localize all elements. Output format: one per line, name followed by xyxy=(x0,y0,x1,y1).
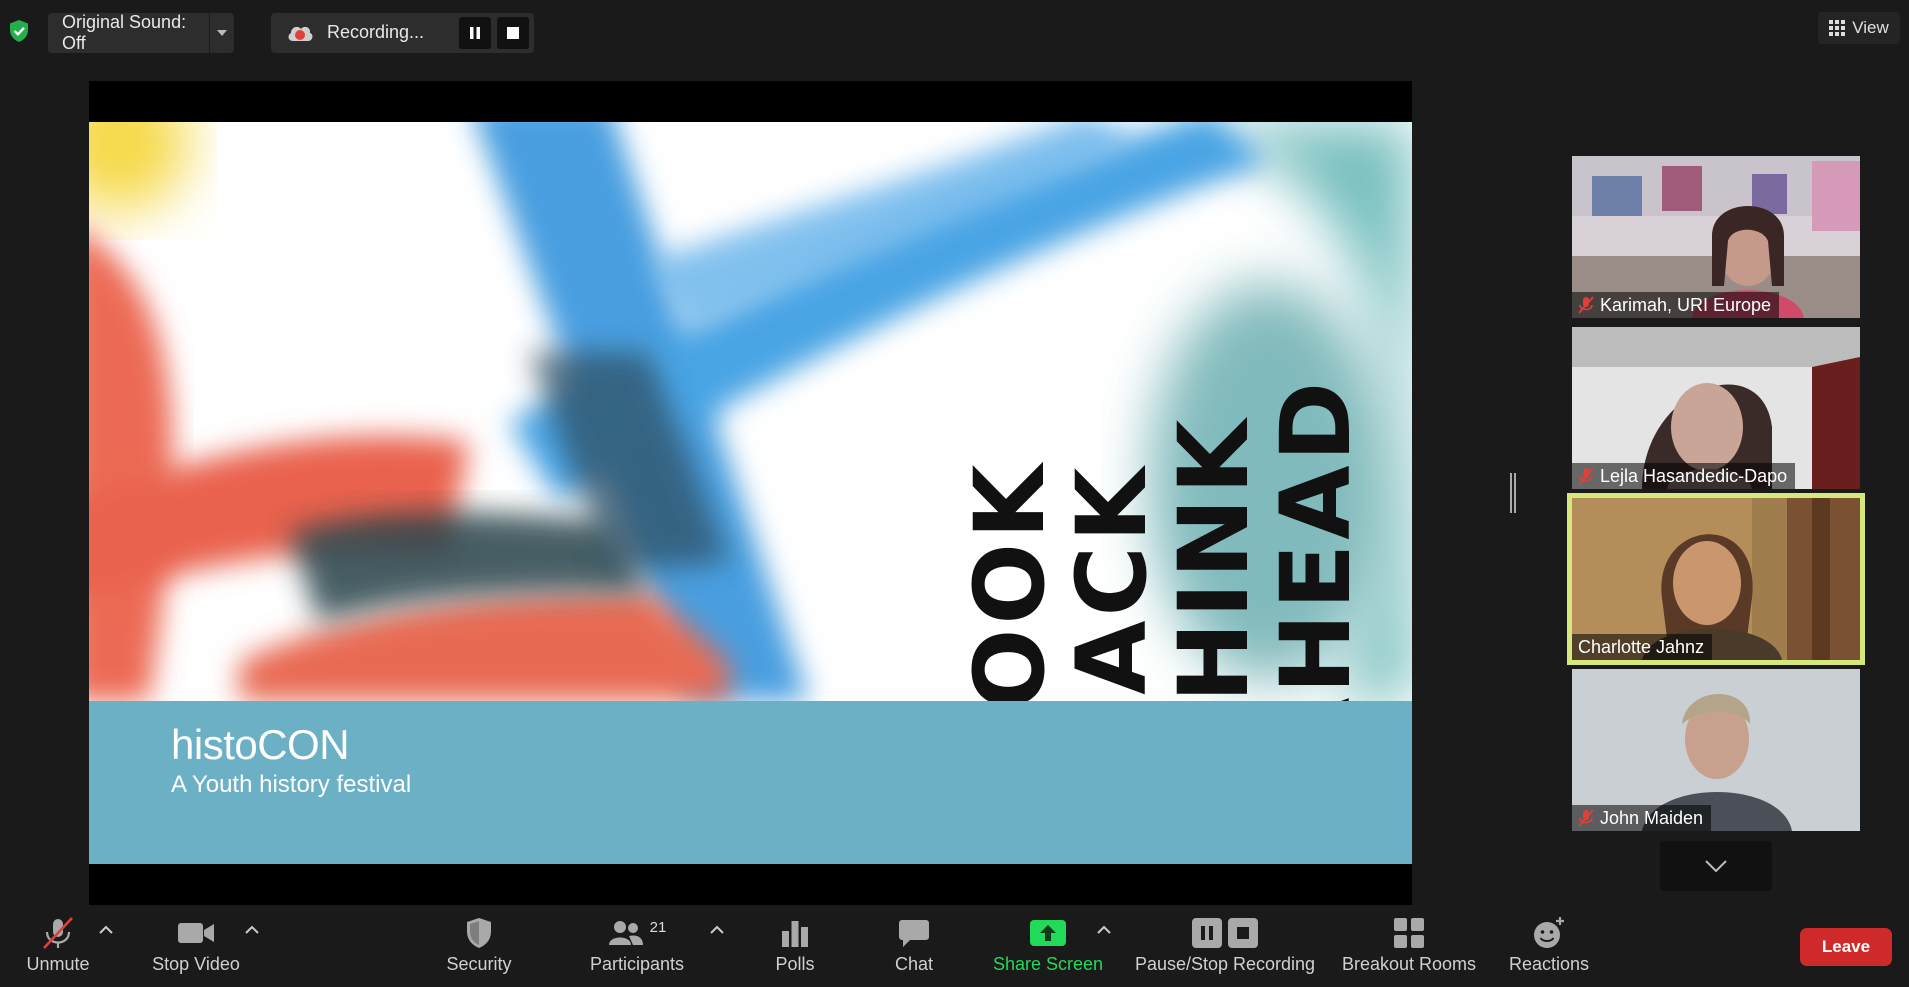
muted-mic-icon xyxy=(1578,467,1594,485)
video-options-caret-icon[interactable] xyxy=(244,924,260,936)
participant-tile-john[interactable]: John Maiden xyxy=(1572,669,1860,831)
participant-tile-lejla[interactable]: Lejla Hasandedic-Dapo xyxy=(1572,327,1860,489)
muted-mic-icon xyxy=(1578,296,1594,314)
security-shield-icon xyxy=(467,918,491,948)
participant-name: John Maiden xyxy=(1600,807,1704,828)
leave-meeting-button[interactable]: Leave xyxy=(1800,928,1892,966)
reactions-label: Reactions xyxy=(1508,954,1590,974)
slide-word-back: BACK xyxy=(1056,463,1168,701)
share-screen-arrow-icon xyxy=(1030,920,1066,946)
view-label: View xyxy=(1852,18,1889,37)
festival-subtitle: A Youth history festival xyxy=(171,771,412,798)
festival-title: histoCON xyxy=(171,721,350,768)
participant-name: Charlotte Jahnz xyxy=(1578,636,1705,657)
slide-word-ahead: AHEAD xyxy=(1260,377,1372,701)
video-camera-icon xyxy=(178,923,214,943)
scroll-participants-down-button[interactable] xyxy=(1660,841,1772,891)
security-label: Security xyxy=(446,954,512,974)
stop-recording-button[interactable] xyxy=(497,17,529,49)
grid-icon xyxy=(1829,20,1846,36)
audio-options-caret-icon[interactable] xyxy=(98,924,114,936)
stop-icon xyxy=(1228,918,1258,948)
original-sound-label: Original Sound: Off xyxy=(62,12,187,53)
chevron-down-icon xyxy=(1705,860,1727,872)
pause-icon xyxy=(470,27,480,39)
pause-recording-button[interactable] xyxy=(459,17,491,49)
chat-button[interactable]: Chat xyxy=(884,912,944,982)
slide-artwork: LOOK BACK THINK AHEAD xyxy=(89,122,1412,701)
participant-name: Karimah, URI Europe xyxy=(1600,294,1772,315)
caret-down-icon xyxy=(216,30,227,36)
polls-bar-chart-icon xyxy=(782,921,808,947)
slide-word-think: THINK xyxy=(1158,415,1270,701)
participant-name-bar: Charlotte Jahnz xyxy=(1572,634,1713,660)
breakout-rooms-label: Breakout Rooms xyxy=(1341,954,1477,974)
cloud-recording-icon xyxy=(288,26,313,41)
participant-count: 21 xyxy=(649,918,667,936)
security-shield-icon[interactable] xyxy=(8,19,30,43)
pause-stop-recording-label: Pause/Stop Recording xyxy=(1134,954,1316,974)
stop-icon xyxy=(507,27,519,39)
participant-name-bar: Karimah, URI Europe xyxy=(1572,292,1780,318)
participants-label: Participants xyxy=(589,954,685,974)
muted-mic-icon xyxy=(1578,809,1594,827)
original-sound-toggle[interactable]: Original Sound: Off xyxy=(48,12,234,53)
participants-button[interactable]: 21 Participants xyxy=(586,912,688,982)
participant-name-bar: Lejla Hasandedic-Dapo xyxy=(1572,463,1796,489)
participants-options-caret-icon[interactable] xyxy=(709,924,725,936)
breakout-rooms-grid-icon xyxy=(1394,918,1424,948)
muted-microphone-icon xyxy=(43,917,73,949)
unmute-button[interactable]: Unmute xyxy=(18,912,98,982)
view-button[interactable]: View xyxy=(1818,12,1900,44)
participant-tile-charlotte-active-speaker[interactable]: Charlotte Jahnz xyxy=(1567,493,1865,665)
pause-stop-recording-button[interactable]: Pause/Stop Recording xyxy=(1132,912,1318,982)
participant-name-bar: John Maiden xyxy=(1572,805,1712,831)
recording-indicator: Recording... xyxy=(271,13,534,53)
participants-icon xyxy=(608,921,643,945)
pause-icon xyxy=(1192,918,1222,948)
participant-name: Lejla Hasandedic-Dapo xyxy=(1600,465,1788,486)
slide-word-look: LOOK xyxy=(954,460,1066,701)
reactions-button[interactable]: Reactions xyxy=(1506,912,1592,982)
polls-label: Polls xyxy=(775,954,815,974)
reactions-smiley-icon xyxy=(1534,917,1564,948)
chat-label: Chat xyxy=(894,954,934,974)
slide-footer: histoCON A Youth history festival xyxy=(89,701,1412,864)
share-screen-label: Share Screen xyxy=(992,954,1104,974)
original-sound-dropdown[interactable] xyxy=(208,13,234,53)
polls-button[interactable]: Polls xyxy=(764,912,826,982)
unmute-label: Unmute xyxy=(26,954,90,974)
share-screen-button[interactable]: Share Screen xyxy=(990,912,1106,982)
participant-tile-karimah[interactable]: Karimah, URI Europe xyxy=(1572,156,1860,318)
breakout-rooms-button[interactable]: Breakout Rooms xyxy=(1340,912,1478,982)
stop-video-button[interactable]: Stop Video xyxy=(148,912,244,982)
share-options-caret-icon[interactable] xyxy=(1096,924,1112,936)
shared-screen[interactable]: LOOK BACK THINK AHEAD histoCON A Youth h… xyxy=(89,81,1412,905)
stop-video-label: Stop Video xyxy=(152,954,240,974)
panel-resize-handle[interactable] xyxy=(1509,473,1517,513)
recording-label: Recording... xyxy=(327,22,425,42)
security-button[interactable]: Security xyxy=(438,912,520,982)
chat-bubble-icon xyxy=(899,920,929,947)
